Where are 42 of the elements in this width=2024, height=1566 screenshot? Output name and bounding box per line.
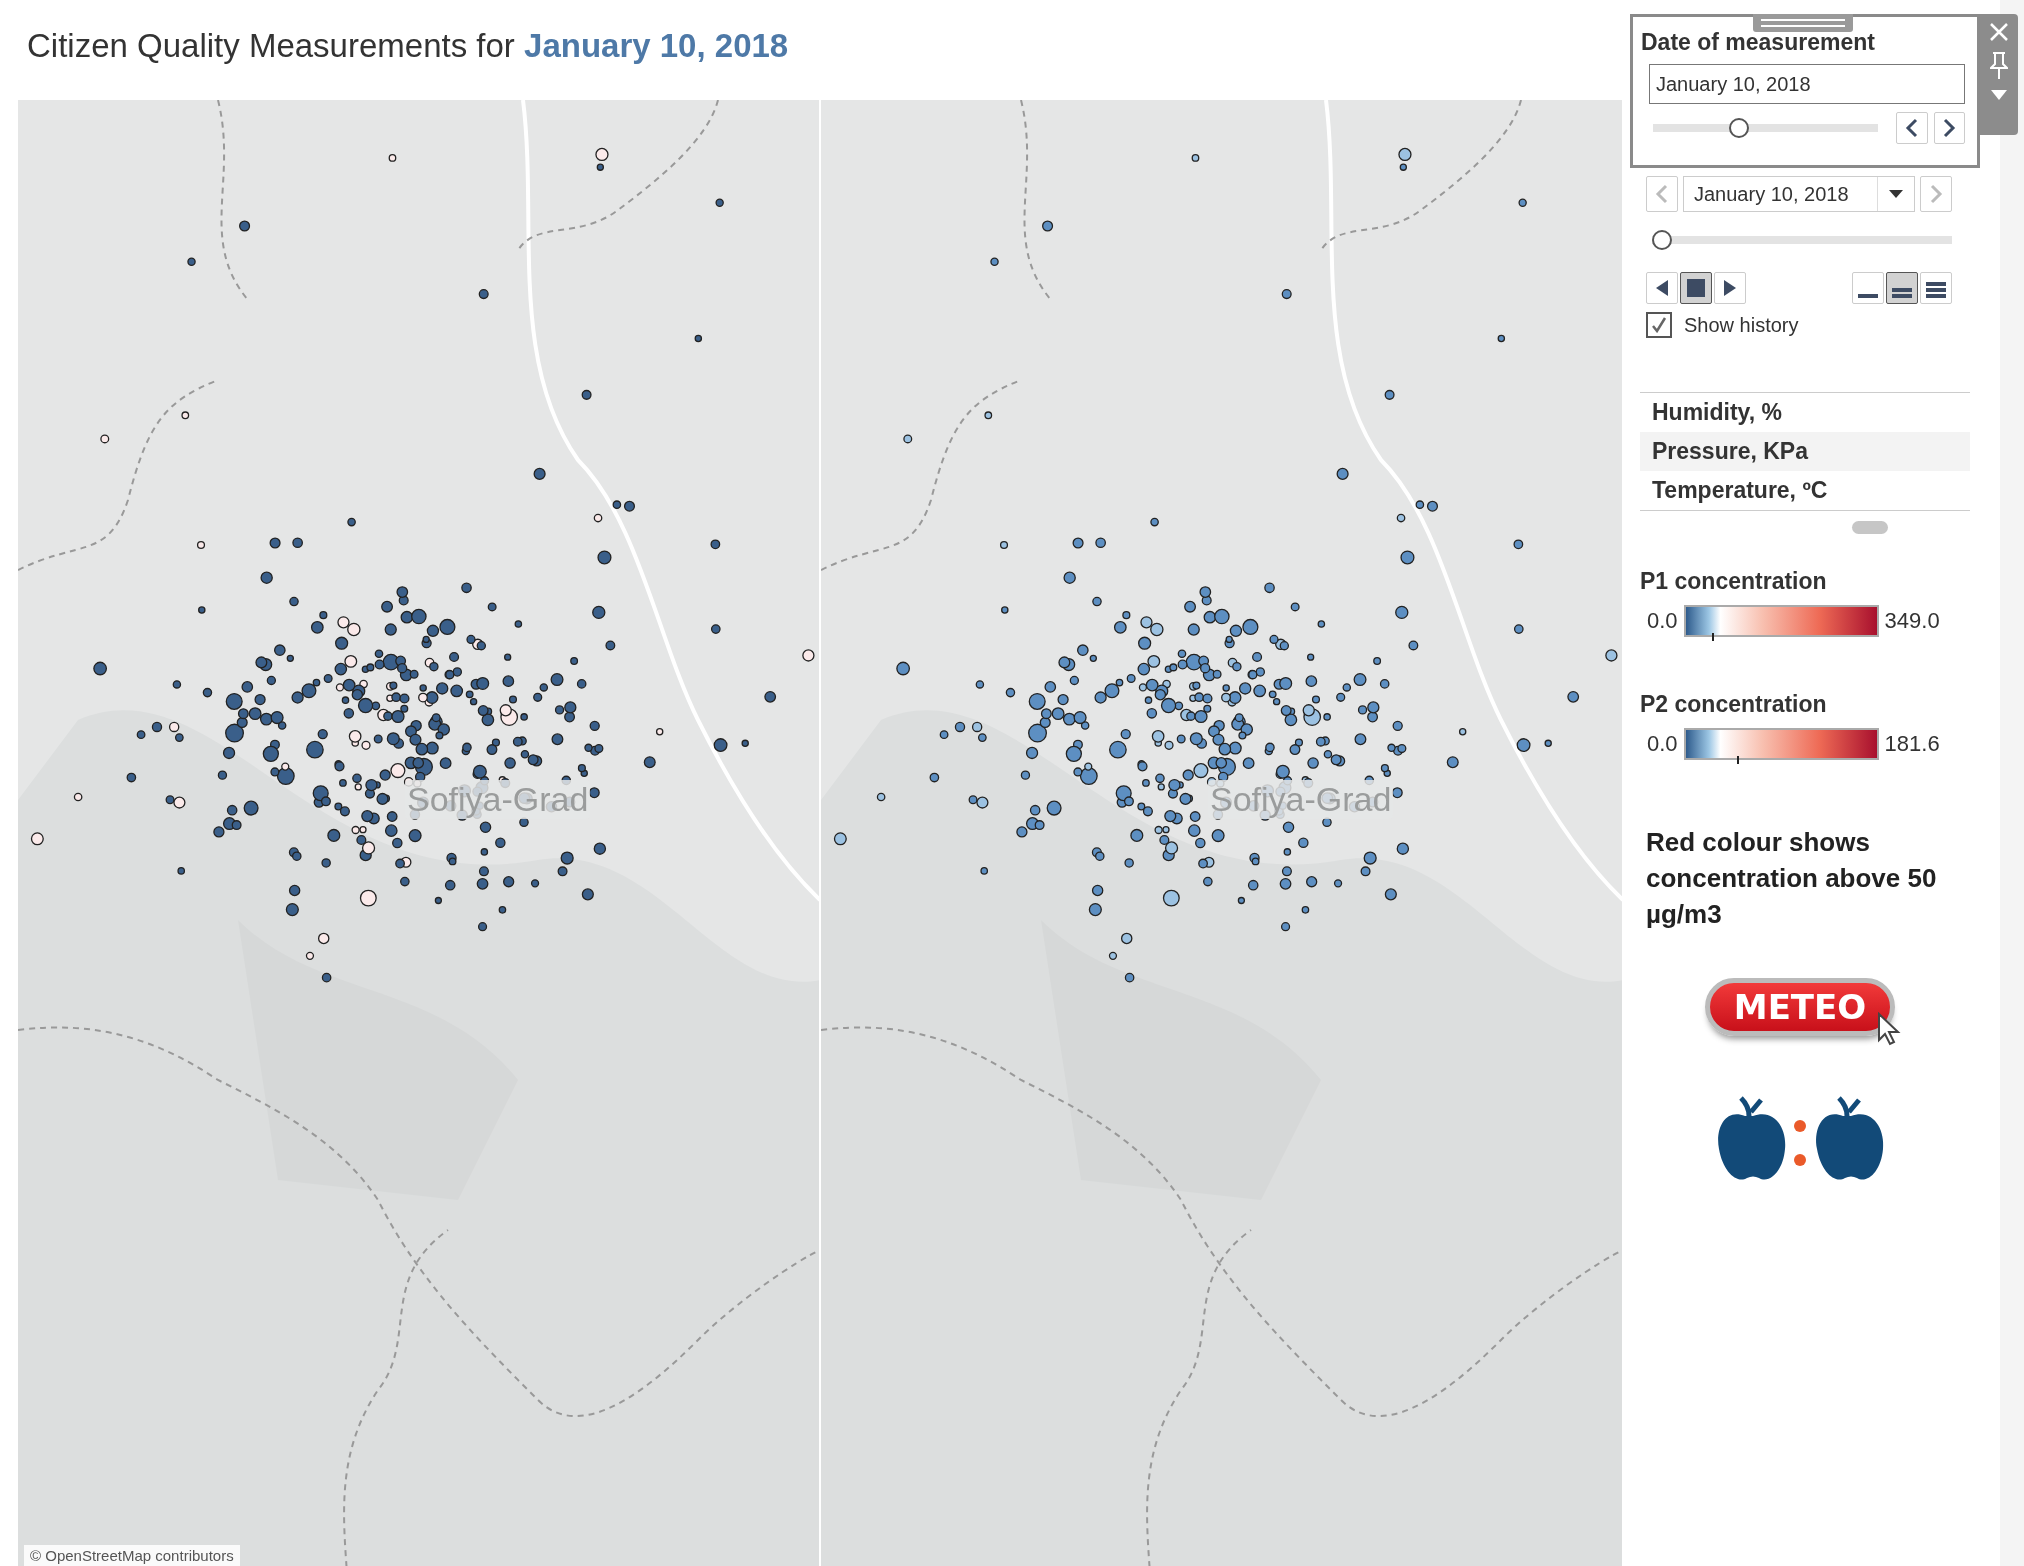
legend-max-value: 349.0	[1884, 608, 1940, 634]
step-forward-icon	[1724, 280, 1736, 296]
speed-bars-icon	[1892, 288, 1912, 298]
slider-thumb[interactable]	[1728, 118, 1749, 138]
pin-icon[interactable]	[1990, 52, 2008, 80]
chevron-right-icon	[1942, 118, 1957, 138]
dashboard-title: Citizen Quality Measurements for January 10, 2018	[27, 27, 789, 65]
slider-thumb[interactable]	[1652, 230, 1672, 250]
speed-bars-icon	[1926, 282, 1946, 298]
legend-min-value: 0.0	[1647, 608, 1678, 634]
step-back-icon	[1656, 280, 1668, 296]
check-icon	[1651, 317, 1667, 333]
chevron-right-icon	[1929, 184, 1943, 204]
cursor-icon	[1877, 1012, 1903, 1046]
map-attribution: © OpenStreetMap contributors	[24, 1545, 240, 1566]
legend-title: P1 concentration	[1640, 568, 1828, 595]
note-text: Red colour shows concentration above 50 µg/m3	[1646, 826, 1938, 931]
chevron-left-icon	[1904, 118, 1919, 138]
playback-button[interactable]	[1680, 272, 1712, 304]
measure-item[interactable]: Pressure, KPa	[1640, 432, 1970, 471]
meteo-button[interactable]: METEO	[1705, 978, 1895, 1036]
dropdown-caret-icon[interactable]	[1991, 90, 2007, 100]
date-input-field[interactable]: January 10, 2018	[1649, 64, 1965, 104]
stop-icon	[1687, 279, 1705, 297]
map-place-label: Sofiya-Grad	[405, 780, 591, 819]
speed-button[interactable]	[1886, 272, 1918, 304]
legend-min-value: 0.0	[1647, 731, 1678, 757]
popup-title: Date of measurement	[1641, 29, 1876, 56]
caret-down-icon	[1889, 190, 1903, 198]
speed-bars-icon	[1858, 294, 1878, 298]
map-place-label: Sofiya-Grad	[1208, 780, 1394, 819]
close-icon[interactable]	[1989, 22, 2009, 42]
date-dropdown[interactable]: January 10, 2018	[1683, 176, 1915, 212]
drag-handle[interactable]	[1753, 14, 1853, 32]
chevron-left-icon	[1655, 184, 1669, 204]
previous-button[interactable]	[1896, 112, 1928, 144]
checkbox[interactable]	[1646, 312, 1672, 338]
scrollbar-thumb[interactable]	[1852, 521, 1888, 534]
legend-title: P2 concentration	[1640, 691, 1828, 718]
show-history-label: Show history	[1684, 313, 1799, 337]
next-button[interactable]	[1933, 112, 1965, 144]
legend-max-value: 181.6	[1884, 731, 1940, 757]
